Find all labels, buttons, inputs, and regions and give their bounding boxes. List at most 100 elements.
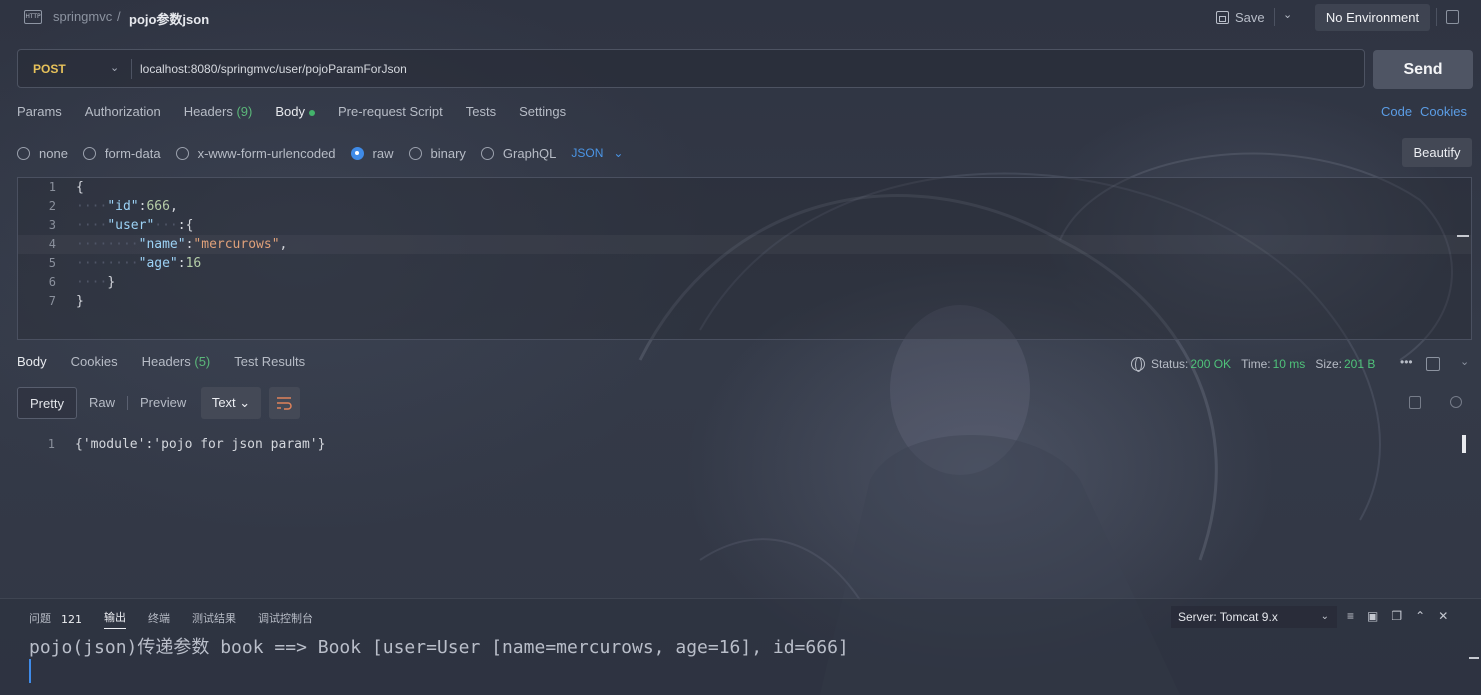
brace: } [76, 294, 84, 309]
response-tabs: Body Cookies Headers (5) Test Results [17, 354, 329, 369]
tab-test-results-panel[interactable]: 测试结果 [192, 610, 236, 629]
breadcrumb-collection[interactable]: springmvc [53, 9, 112, 24]
chevron-down-icon: ⌄ [1320, 611, 1329, 622]
response-meta: Status: 200 OK Time: 10 ms Size: 201 B [1131, 357, 1375, 372]
radio-none[interactable]: none [17, 146, 68, 161]
radio-form-data[interactable]: form-data [82, 145, 161, 161]
clear-output-icon[interactable]: ≡ [1347, 609, 1354, 623]
response-format-selector[interactable]: Text ⌄ [201, 387, 261, 419]
radio-x-www-form-urlencoded[interactable]: x-www-form-urlencoded [175, 145, 336, 161]
maximize-panel-chevron-up-icon[interactable]: ⌃ [1415, 609, 1425, 623]
beautify-button[interactable]: Beautify [1402, 138, 1472, 167]
tab-response-cookies[interactable]: Cookies [71, 354, 118, 369]
line-number: 1 [48, 180, 56, 194]
time-label: Time: [1241, 357, 1271, 371]
scrollbar-marker[interactable] [1462, 435, 1466, 453]
tab-headers[interactable]: Headers (9) [184, 104, 253, 124]
radio-label: form-data [104, 145, 161, 161]
layout-toggle-icon[interactable] [1426, 357, 1440, 371]
response-headers-count: (5) [194, 354, 211, 369]
json-key: "user" [107, 218, 155, 233]
radio-raw[interactable]: raw [350, 146, 394, 161]
radio-circle [480, 146, 494, 160]
size-value[interactable]: 201 B [1344, 357, 1375, 371]
tab-output[interactable]: 输出 [104, 609, 126, 629]
tab-body[interactable]: Body [275, 104, 315, 124]
line-number: 5 [48, 256, 56, 270]
copy-icon[interactable] [1409, 396, 1421, 409]
tab-authorization[interactable]: Authorization [85, 104, 161, 124]
body-indicator-dot [308, 109, 315, 116]
method-selector[interactable]: POST [33, 62, 66, 76]
lock-scroll-icon[interactable]: ▣ [1367, 609, 1378, 623]
time-value[interactable]: 10 ms [1273, 357, 1306, 371]
collapse-chevron-icon[interactable]: ⌄ [1460, 355, 1469, 368]
save-label: Save [1235, 9, 1265, 25]
code-line: 1 { [18, 178, 1471, 197]
environment-selector[interactable]: No Environment [1315, 4, 1430, 31]
top-bar: HTTP springmvc / pojo参数json Save ⌄ No En… [0, 0, 1481, 36]
radio-label: none [39, 145, 68, 161]
radio-graphql[interactable]: GraphQL [480, 146, 556, 161]
language-label: JSON [571, 146, 604, 160]
url-input[interactable] [140, 62, 1340, 76]
json-key: "name" [138, 237, 186, 252]
environment-quick-look-icon[interactable] [1446, 10, 1459, 24]
ide-output-panel: 问题 121 输出 终端 测试结果 调试控制台 Server: Tomcat 9… [0, 598, 1481, 695]
scrollbar-marker[interactable] [1469, 657, 1479, 659]
scrollbar-marker[interactable] [1457, 235, 1469, 237]
save-icon [1216, 10, 1229, 24]
line-number: 1 [47, 437, 55, 451]
cookies-link[interactable]: Cookies [1420, 104, 1467, 119]
console-output-line: pojo(json)传递参数 book ==> Book [user=User … [29, 637, 849, 658]
tab-params[interactable]: Params [17, 104, 62, 124]
search-icon[interactable] [1450, 396, 1462, 408]
output-panel-actions: ≡ ▣ ❐ ⌃ ✕ [1347, 609, 1448, 623]
tab-tests[interactable]: Tests [466, 104, 496, 124]
json-number: 666 [146, 199, 170, 214]
code-line: 7 } [18, 292, 1471, 311]
radio-circle [82, 146, 96, 160]
brace: { [76, 180, 84, 195]
save-button[interactable]: Save [1216, 8, 1265, 26]
open-editor-icon[interactable]: ❐ [1391, 609, 1402, 623]
output-channel-select[interactable]: Server: Tomcat 9.x ⌄ [1171, 606, 1337, 628]
radio-circle [408, 146, 422, 160]
tab-headers-label: Headers [183, 104, 233, 119]
globe-icon[interactable] [1131, 357, 1145, 372]
close-icon[interactable]: ✕ [1438, 609, 1448, 623]
format-label: Text [211, 395, 236, 410]
breadcrumb-separator: / [117, 9, 121, 24]
save-options-chevron-icon[interactable]: ⌄ [1283, 8, 1292, 21]
view-pretty[interactable]: Pretty [17, 387, 77, 419]
language-selector[interactable]: JSON ⌄ [571, 146, 623, 160]
tab-debug-console[interactable]: 调试控制台 [258, 610, 313, 629]
chevron-down-icon: ⌄ [613, 146, 624, 160]
tab-settings[interactable]: Settings [519, 104, 566, 124]
status-value[interactable]: 200 OK [1190, 357, 1231, 371]
code-text: ····"user"···:{ [76, 218, 194, 233]
code-text: ····"id":666, [76, 199, 178, 214]
tab-response-body[interactable]: Body [17, 354, 47, 369]
tab-terminal[interactable]: 终端 [148, 610, 170, 629]
code-link[interactable]: Code [1381, 104, 1412, 119]
url-bar: POST ⌄ [17, 49, 1365, 88]
radio-binary[interactable]: binary [408, 145, 466, 161]
view-raw[interactable]: Raw [77, 387, 127, 419]
response-body-line: 1 {'module':'pojo for json param'} [17, 435, 1457, 454]
radio-circle [17, 146, 30, 160]
tab-pre-request-script[interactable]: Pre-request Script [338, 104, 443, 124]
radio-label: x-www-form-urlencoded [197, 145, 336, 161]
tab-test-results[interactable]: Test Results [234, 354, 305, 369]
view-preview[interactable]: Preview [128, 387, 198, 419]
request-title[interactable]: pojo参数json [129, 9, 209, 28]
radio-label: binary [430, 145, 466, 161]
code-text: { [76, 178, 84, 197]
request-body-editor[interactable]: 1 { 2 ····"id":666, 3 ····"user"···:{ 4 … [17, 177, 1472, 340]
tab-response-headers[interactable]: Headers (5) [142, 354, 211, 369]
send-button[interactable]: Send [1373, 50, 1473, 89]
wrap-lines-button[interactable] [269, 387, 300, 419]
more-options-icon[interactable]: ••• [1400, 355, 1413, 369]
tab-problems[interactable]: 问题 [29, 610, 51, 629]
chevron-down-icon[interactable]: ⌄ [110, 61, 119, 74]
